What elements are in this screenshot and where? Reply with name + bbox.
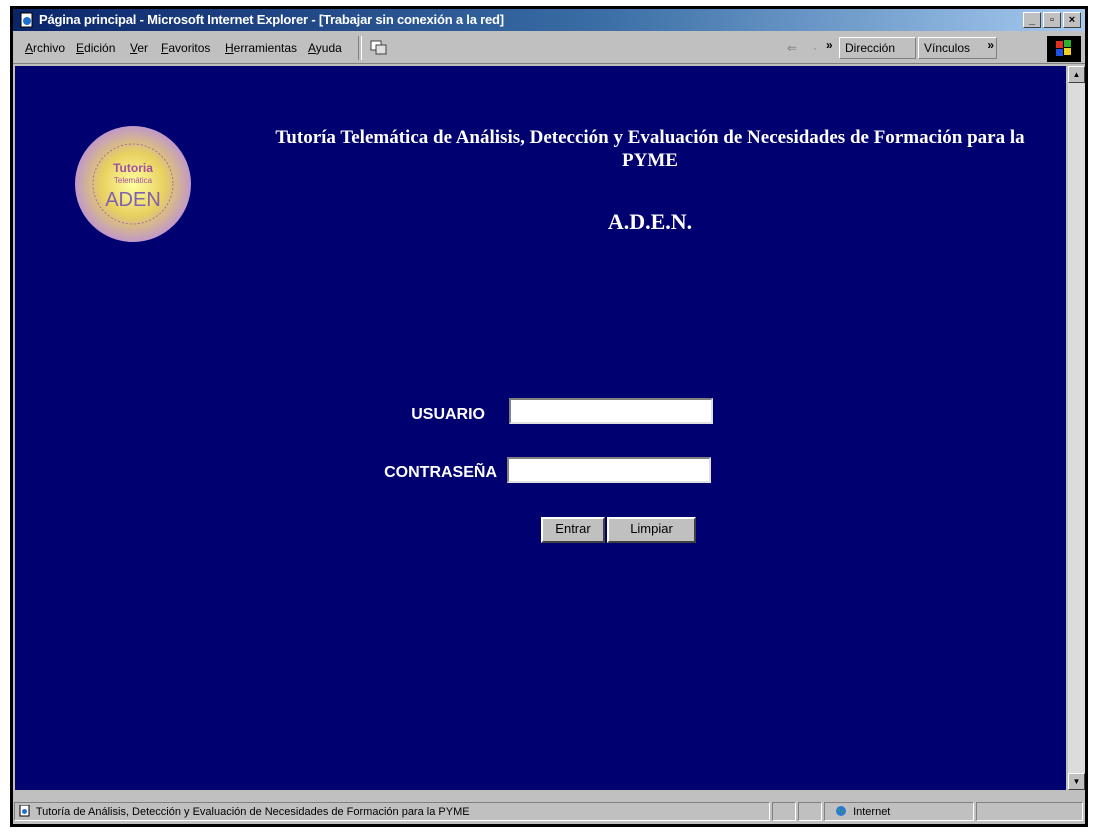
page-acronym: A.D.E.N. [607, 209, 693, 234]
browser-window: Página principal - Microsoft Internet Ex… [13, 9, 1085, 824]
minimize-button[interactable]: _ [1023, 12, 1041, 28]
password-label: CONTRASEÑA [384, 464, 497, 481]
toolbar-separator [358, 36, 362, 60]
links-label: Vínculos [924, 41, 971, 55]
window-title: Página principal - Microsoft Internet Ex… [39, 12, 504, 27]
ie-page-icon [20, 12, 33, 28]
menu-bar: Archivo Edición Ver Favoritos Herramient… [13, 33, 1085, 64]
page-icon [19, 804, 30, 817]
logo-text-top: Tutoria [113, 161, 153, 175]
messenger-icon[interactable] [369, 39, 389, 57]
links-chevron-icon: » [987, 38, 994, 52]
windows-logo-icon [1047, 36, 1081, 62]
dropdown-dot: · [813, 41, 817, 55]
back-arrow-icon[interactable]: ⇐ [787, 41, 797, 55]
address-toolbar[interactable]: Dirección [839, 37, 916, 59]
status-bar: Tutoría de Análisis, Detección y Evaluac… [13, 800, 1085, 822]
maximize-button[interactable]: ▫ [1043, 12, 1061, 28]
menu-favoritos[interactable]: Favoritos [161, 41, 210, 55]
status-text: Tutoría de Análisis, Detección y Evaluac… [35, 806, 470, 818]
zone-label: Internet [853, 806, 891, 818]
aden-logo: Tutoria Telemática ADEN [75, 126, 191, 242]
status-slot-2 [798, 802, 822, 821]
globe-icon [836, 806, 846, 816]
logo-text-middle: Telemática [114, 176, 153, 185]
links-toolbar[interactable]: Vínculos » [918, 37, 997, 59]
scroll-down-icon[interactable]: ▼ [1068, 773, 1085, 790]
security-zone: Internet [824, 802, 974, 821]
user-input[interactable] [509, 398, 713, 424]
status-slot-1 [772, 802, 796, 821]
menu-herramientas[interactable]: Herramientas [225, 41, 297, 55]
logo-text-bottom: ADEN [105, 189, 161, 211]
page-heading: Tutoría Telemática de Análisis, Detecció… [275, 127, 1025, 171]
menu-archivo[interactable]: Archivo [25, 41, 65, 55]
submit-button[interactable]: Entrar [541, 517, 605, 543]
reset-button[interactable]: Limpiar [607, 517, 696, 543]
close-button[interactable]: × [1063, 12, 1081, 28]
status-resize-box [976, 802, 1083, 821]
menu-edicion[interactable]: Edición [76, 41, 115, 55]
vertical-scrollbar[interactable]: ▲ ▼ [1068, 66, 1085, 790]
title-bar[interactable]: Página principal - Microsoft Internet Ex… [13, 9, 1085, 31]
menu-ayuda[interactable]: Ayuda [308, 41, 342, 55]
window-controls: _ ▫ × [1023, 12, 1081, 28]
status-text-box: Tutoría de Análisis, Detección y Evaluac… [14, 802, 770, 821]
toolbar-chevron-icon[interactable]: » [826, 38, 833, 52]
password-input[interactable] [507, 457, 711, 483]
scroll-up-icon[interactable]: ▲ [1068, 66, 1085, 83]
menu-ver[interactable]: Ver [130, 41, 148, 55]
page-viewport: Tutoria Telemática ADEN Tutoría Telemáti… [15, 66, 1066, 790]
address-label: Dirección [845, 41, 896, 55]
user-label: USUARIO [411, 406, 485, 423]
